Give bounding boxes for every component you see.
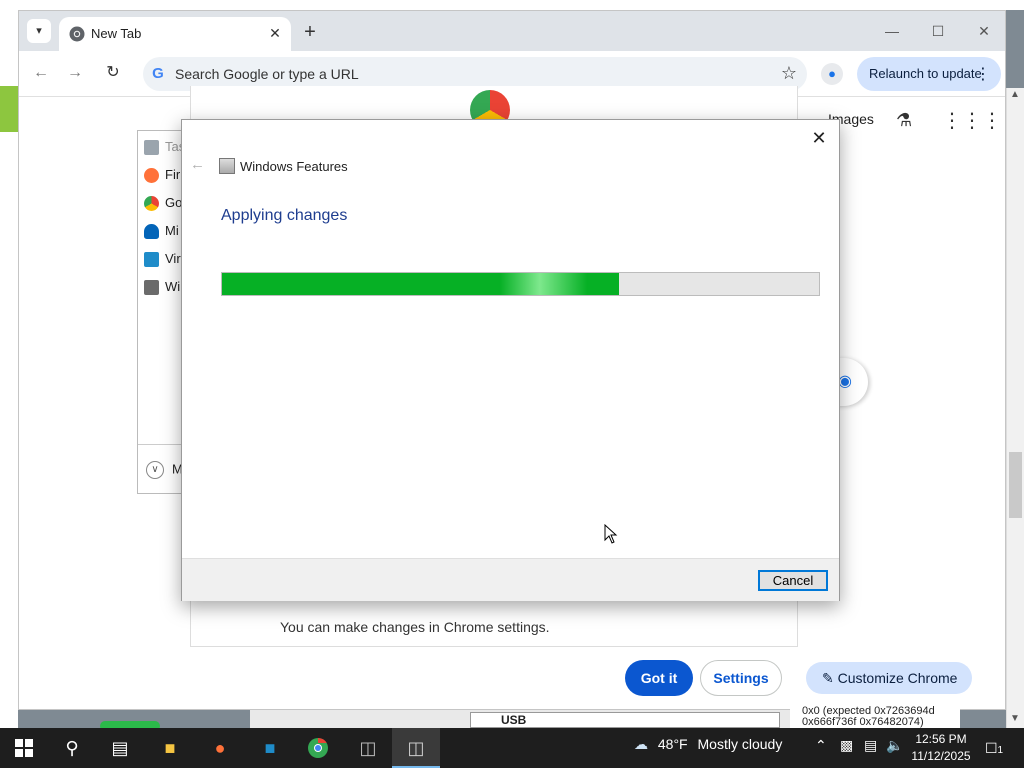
taskbar-icon <box>144 140 159 156</box>
google-g-icon: G <box>152 65 164 82</box>
back-arrow-icon: ← <box>190 156 205 173</box>
dialog-footer: Cancel <box>182 558 839 601</box>
chrome-icon[interactable] <box>294 728 342 768</box>
maximize-icon[interactable]: ☐ <box>915 19 961 43</box>
windows-features-taskbar-icon[interactable]: ◫ <box>392 728 440 768</box>
cancel-button[interactable]: Cancel <box>758 570 828 591</box>
divider <box>138 444 186 445</box>
tab-new-tab[interactable]: New Tab ✕ <box>59 17 291 51</box>
pencil-icon: ✎ <box>822 670 834 686</box>
notification-count: 1 <box>997 745 1004 756</box>
progress-fill <box>222 273 619 295</box>
virtualbox-icon <box>144 252 159 268</box>
firefox-icon <box>144 168 159 184</box>
chevron-down-icon: ▾ <box>36 25 42 37</box>
error-code-text: 0x0 (expected 0x7263694d 0x666f736f 0x76… <box>790 706 960 728</box>
network-icon[interactable]: ▤ <box>864 737 877 754</box>
close-icon[interactable]: ✕ <box>807 126 831 150</box>
background-green-tab <box>0 86 18 132</box>
scrollbar-thumb[interactable] <box>1009 452 1022 518</box>
cloud-sun-icon: ☁ <box>634 736 648 752</box>
notification-icon[interactable]: ☐1 <box>982 736 1006 760</box>
chevron-down-icon: ∨ <box>146 461 164 479</box>
labs-flask-icon[interactable]: ⚗ <box>896 110 912 131</box>
weather-widget[interactable]: ☁ 48°F Mostly cloudy <box>634 736 782 760</box>
tab-search-button[interactable]: ▾ <box>27 19 51 43</box>
background-app-list: Tas Fir Go Mi Vir Wi ∨ M <box>137 130 187 494</box>
chrome-icon <box>144 196 159 212</box>
dialog-heading: Applying changes <box>221 207 348 224</box>
scroll-up-icon[interactable]: ▲ <box>1008 88 1022 102</box>
windows-features-icon <box>219 158 235 174</box>
taskbar: ⚲ ▤ ■ ● ■ ◫ ◫ ☁ 48°F Mostly cloudy ⌃ ▩ ▤… <box>0 728 1024 768</box>
usb-row: USB <box>470 712 780 728</box>
chrome-favicon-icon <box>69 26 85 42</box>
device-icon[interactable]: ▩ <box>840 737 853 754</box>
more-button[interactable]: ∨ M <box>146 461 186 481</box>
file-explorer-icon[interactable]: ■ <box>146 728 194 768</box>
tab-title: New Tab <box>91 26 142 41</box>
clock-date: 11/12/2025 <box>911 749 971 763</box>
customize-chrome-label: Customize Chrome <box>837 670 958 686</box>
bookmark-star-icon[interactable]: ☆ <box>781 63 797 84</box>
settings-notice-text: You can make changes in Chrome settings. <box>280 619 550 635</box>
relaunch-label: Relaunch to update <box>869 66 982 81</box>
tab-strip: ▾ New Tab ✕ + — ☐ ✕ <box>19 11 1005 51</box>
close-window-icon[interactable]: ✕ <box>961 19 1007 43</box>
reload-icon[interactable]: ↻ <box>101 61 125 85</box>
kebab-menu-icon[interactable]: ⋮ <box>975 64 991 84</box>
volume-muted-icon[interactable]: 🔈 <box>886 737 903 754</box>
relaunch-to-update-button[interactable]: Relaunch to update ⋮ <box>857 57 1001 91</box>
profile-avatar-icon[interactable]: ● <box>821 63 843 85</box>
search-icon[interactable]: ⚲ <box>48 728 96 768</box>
mouse-cursor-icon <box>604 524 618 544</box>
page-scrollbar[interactable] <box>1006 88 1024 728</box>
desktop-top-strip <box>0 0 1024 10</box>
firefox-icon[interactable]: ● <box>196 728 244 768</box>
new-tab-plus-icon[interactable]: + <box>299 21 321 43</box>
clock[interactable]: 12:56 PM 11/12/2025 <box>906 731 976 765</box>
google-apps-icon[interactable]: ⋮⋮⋮ <box>942 108 1002 133</box>
scroll-down-icon[interactable]: ▼ <box>1008 712 1022 726</box>
chevron-up-icon[interactable]: ⌃ <box>815 737 827 754</box>
progress-bar <box>221 272 820 296</box>
windows-features-icon <box>144 280 159 296</box>
clock-time: 12:56 PM <box>915 732 967 746</box>
virtualbox-icon[interactable]: ■ <box>246 728 294 768</box>
back-arrow-icon[interactable]: ← <box>29 61 53 85</box>
weather-temp: 48°F <box>657 736 688 752</box>
got-it-button[interactable]: Got it <box>625 660 693 696</box>
omnibox-placeholder: Search Google or type a URL <box>175 66 359 82</box>
task-view-icon[interactable]: ▤ <box>96 728 144 768</box>
onedrive-icon <box>144 224 159 240</box>
control-panel-icon[interactable]: ◫ <box>344 728 392 768</box>
settings-button[interactable]: Settings <box>700 660 782 696</box>
forward-arrow-icon[interactable]: → <box>63 61 87 85</box>
dialog-title: Windows Features <box>240 159 348 174</box>
minimize-icon[interactable]: — <box>869 19 915 43</box>
windows-start-icon[interactable] <box>0 728 48 768</box>
close-tab-icon[interactable]: ✕ <box>265 23 285 43</box>
weather-text: Mostly cloudy <box>697 736 783 752</box>
customize-chrome-button[interactable]: ✎ Customize Chrome <box>806 662 972 694</box>
windows-features-dialog: ✕ ← Windows Features Applying changes Ca… <box>181 119 840 601</box>
